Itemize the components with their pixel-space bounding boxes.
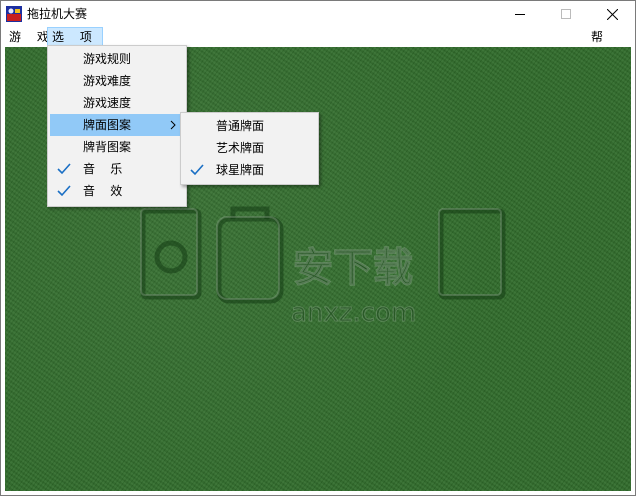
submenu-item-normal[interactable]: 普通牌面 (183, 115, 314, 137)
window-title: 拖拉机大赛 (27, 7, 88, 21)
options-dropdown: 游戏规则 游戏难度 游戏速度 牌面图案 牌背图案 音 乐 音 效 (47, 45, 187, 207)
menu-item-label: 游戏规则 (83, 52, 132, 66)
app-window: 拖拉机大赛 游 戏 选 项 帮 助 (0, 0, 636, 496)
menu-item-label: 牌背图案 (83, 140, 132, 154)
menu-help[interactable]: 帮 助 (591, 27, 635, 64)
watermark-subtext: anxz.com (291, 298, 416, 328)
minimize-button[interactable] (497, 1, 543, 27)
menu-options[interactable]: 选 项 (47, 27, 103, 47)
menu-item-speed[interactable]: 游戏速度 (50, 92, 182, 114)
menu-item-card-face[interactable]: 牌面图案 (50, 114, 182, 136)
chevron-right-icon (170, 120, 176, 130)
maximize-button[interactable] (543, 1, 589, 27)
menu-item-label: 游戏速度 (83, 96, 132, 110)
submenu-item-star[interactable]: 球星牌面 (183, 159, 314, 181)
submenu-item-label: 球星牌面 (216, 163, 265, 177)
menu-item-sound[interactable]: 音 效 (50, 180, 182, 202)
menu-item-label: 游戏难度 (83, 74, 132, 88)
submenu-item-label: 艺术牌面 (216, 141, 265, 155)
close-icon (606, 8, 618, 20)
menu-item-label: 音 乐 (83, 162, 123, 176)
menu-item-card-back[interactable]: 牌背图案 (50, 136, 182, 158)
close-button[interactable] (589, 1, 635, 27)
app-icon (6, 6, 22, 22)
menu-bar: 游 戏 选 项 帮 助 (1, 27, 635, 64)
menu-item-difficulty[interactable]: 游戏难度 (50, 70, 182, 92)
minimize-icon (515, 14, 525, 15)
menu-item-label: 音 效 (83, 184, 123, 198)
submenu-item-label: 普通牌面 (216, 119, 265, 133)
card-face-submenu: 普通牌面 艺术牌面 球星牌面 (180, 112, 319, 185)
maximize-icon (561, 9, 571, 19)
menu-item-rules[interactable]: 游戏规则 (50, 48, 182, 70)
menu-item-music[interactable]: 音 乐 (50, 158, 182, 180)
submenu-item-art[interactable]: 艺术牌面 (183, 137, 314, 159)
watermark-logo: 安下载 anxz.com (140, 206, 506, 329)
menu-item-label: 牌面图案 (83, 118, 132, 132)
watermark-text: 安下载 (293, 245, 413, 291)
checkmark-icon (57, 163, 71, 175)
checkmark-icon (57, 185, 71, 197)
checkmark-icon (190, 164, 204, 176)
title-bar[interactable]: 拖拉机大赛 (1, 1, 635, 27)
